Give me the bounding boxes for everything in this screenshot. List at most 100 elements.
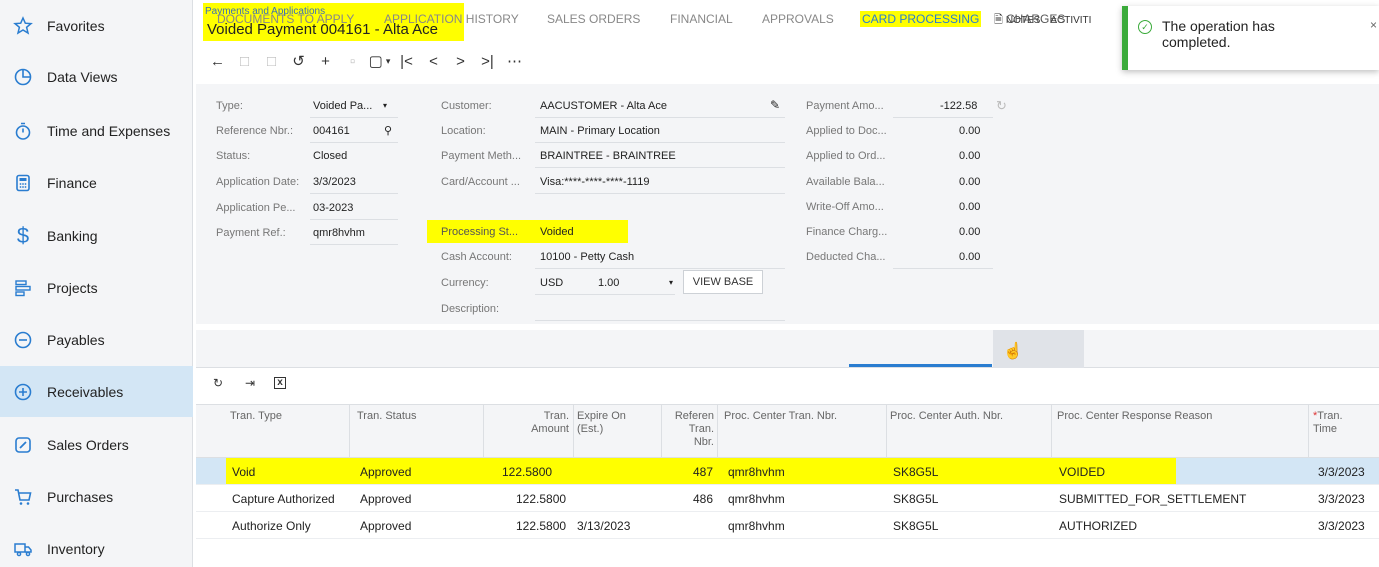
cell-tran-status: Approved [360,465,412,479]
view-base-button[interactable]: VIEW BASE [683,270,763,294]
more-icon[interactable]: ⋯ [501,50,528,72]
cell-tran-type: Authorize Only [232,519,311,533]
sidebar-item-banking[interactable]: $ Banking [0,210,193,261]
column-header-proc-center-auth-nbr[interactable]: Proc. Center Auth. Nbr. [890,410,1003,423]
column-header-tran-amount[interactable]: Tran. Amount [524,410,569,436]
cell-proc-center-auth-nbr: SK8G5L [893,519,939,533]
tab-card-processing[interactable]: CARD PROCESSING [860,0,982,38]
pie-chart-icon [13,67,33,87]
cash-account-label: Cash Account: [441,251,512,263]
currency-label: Currency: [441,277,489,289]
chevron-down-icon[interactable]: ▾ [669,278,673,287]
payment-method-field[interactable]: BRAINTREE - BRAINTREE [540,150,676,162]
sidebar-item-label: Payables [47,331,105,348]
sidebar-item-inventory[interactable]: Inventory [0,523,193,567]
application-period-label: Application Pe... [216,202,296,214]
tab-documents-to-apply[interactable]: DOCUMENTS TO APPLY [217,0,354,38]
cell-proc-center-tran-nbr: qmr8hvhm [728,519,785,533]
column-header-reference-tran-nbr[interactable]: Referen Tran. Nbr. [674,410,714,450]
application-date-field[interactable]: 3/3/2023 [313,176,356,188]
tab-charges[interactable]: CHARGES [1006,0,1065,38]
copy-paste-icon[interactable]: ▢ ▾ [366,50,393,72]
tab-sales-orders[interactable]: SALES ORDERS [547,0,640,38]
sidebar-item-label: Finance [47,174,97,191]
cell-tran-time: 3/3/2023 [1318,465,1365,479]
column-divider [717,404,718,458]
type-select[interactable]: Voided Pa... [313,100,372,112]
sidebar-item-sales-orders[interactable]: Sales Orders [0,419,193,470]
tab-application-history[interactable]: APPLICATION HISTORY [384,0,519,38]
column-header-expire-on[interactable]: Expire On (Est.) [577,410,637,436]
payment-ref-field[interactable]: qmr8hvhm [313,227,365,239]
cell-tran-status: Approved [360,519,412,533]
toast-message: The operation has completed. [1162,18,1275,51]
write-off-amount-label: Write-Off Amo... [806,201,884,213]
sidebar-item-projects[interactable]: Projects [0,262,193,313]
application-period-field[interactable]: 03-2023 [313,202,353,214]
back-icon[interactable]: ← [204,50,231,72]
column-divider [886,404,887,458]
export-excel-icon[interactable]: x [274,377,286,389]
reference-nbr-field[interactable]: 004161 [313,125,350,137]
tab-approvals[interactable]: APPROVALS [762,0,834,38]
first-record-icon[interactable]: |< [393,50,420,72]
applied-to-orders-value: 0.00 [959,150,981,162]
sidebar-item-receivables[interactable]: Receivables [0,366,193,417]
fit-columns-icon[interactable]: ⇥ [242,376,258,390]
tab-financial[interactable]: FINANCIAL [670,0,733,38]
payment-ref-label: Payment Ref.: [216,227,286,239]
column-divider [483,404,484,458]
previous-record-icon[interactable]: < [420,50,447,72]
last-record-icon[interactable]: >| [474,50,501,72]
add-icon[interactable]: + [312,50,339,72]
save-icon[interactable]: □ [231,50,258,72]
chevron-down-icon[interactable]: ▾ [383,101,387,110]
sidebar-item-time-and-expenses[interactable]: Time and Expenses [0,105,193,156]
undo-icon[interactable]: ↺ [285,50,312,72]
card-account-field[interactable]: Visa:****-****-****-1119 [540,176,649,188]
close-icon[interactable]: × [1370,18,1377,32]
field-underline [535,193,785,194]
field-underline [893,117,993,118]
payment-amount-field[interactable]: -122.58 [940,100,977,112]
delete-icon[interactable]: ▫ [339,50,366,72]
cell-expire-on: 3/13/2023 [577,519,631,533]
currency-rate-field[interactable]: 1.00 [598,277,619,289]
status-label: Status: [216,150,251,162]
sidebar-item-purchases[interactable]: Purchases [0,471,193,522]
customer-field[interactable]: AACUSTOMER - Alta Ace [540,100,667,112]
edit-icon[interactable]: ✎ [770,98,780,112]
processing-status-label: Processing St... [441,226,519,238]
sidebar-item-label: Time and Expenses [47,122,171,139]
sidebar-item-favorites[interactable]: Favorites [0,0,193,51]
field-underline [310,142,398,143]
pencil-square-icon [13,435,33,455]
sidebar-item-payables[interactable]: Payables [0,314,193,365]
cell-response-reason: SUBMITTED_FOR_SETTLEMENT [1059,492,1247,506]
column-header-proc-center-response-reason[interactable]: Proc. Center Response Reason [1057,410,1212,423]
save-close-icon[interactable]: □ [258,50,285,72]
location-field[interactable]: MAIN - Primary Location [540,125,660,137]
search-icon[interactable]: ⚲ [384,124,392,137]
sidebar-item-label: Sales Orders [47,436,129,453]
sidebar-item-finance[interactable]: Finance [0,157,193,208]
column-header-tran-time[interactable]: *Tran. Time [1313,410,1353,436]
active-tab-indicator [849,364,992,367]
tab-card-processing-label: CARD PROCESSING [860,11,982,27]
column-header-tran-type[interactable]: Tran. Type [230,410,282,423]
column-header-proc-center-tran-nbr[interactable]: Proc. Center Tran. Nbr. [724,410,837,423]
document-icon: 🗎 [994,14,1003,26]
star-icon [13,15,33,36]
cell-tran-amount: 122.5800 [516,519,567,533]
dollar-icon: $ [16,222,30,248]
column-header-tran-status[interactable]: Tran. Status [357,410,417,423]
minus-circle-icon [13,330,33,350]
sidebar-item-data-views[interactable]: Data Views [0,51,193,102]
refresh-icon[interactable]: ↻ [210,376,226,390]
currency-field[interactable]: USD [540,277,563,289]
refresh-icon[interactable]: ↻ [996,98,1007,114]
next-record-icon[interactable]: > [447,50,474,72]
cell-proc-center-auth-nbr: SK8G5L [893,492,939,506]
cash-account-field[interactable]: 10100 - Petty Cash [540,251,634,263]
cell-tran-time: 3/3/2023 [1318,519,1365,533]
